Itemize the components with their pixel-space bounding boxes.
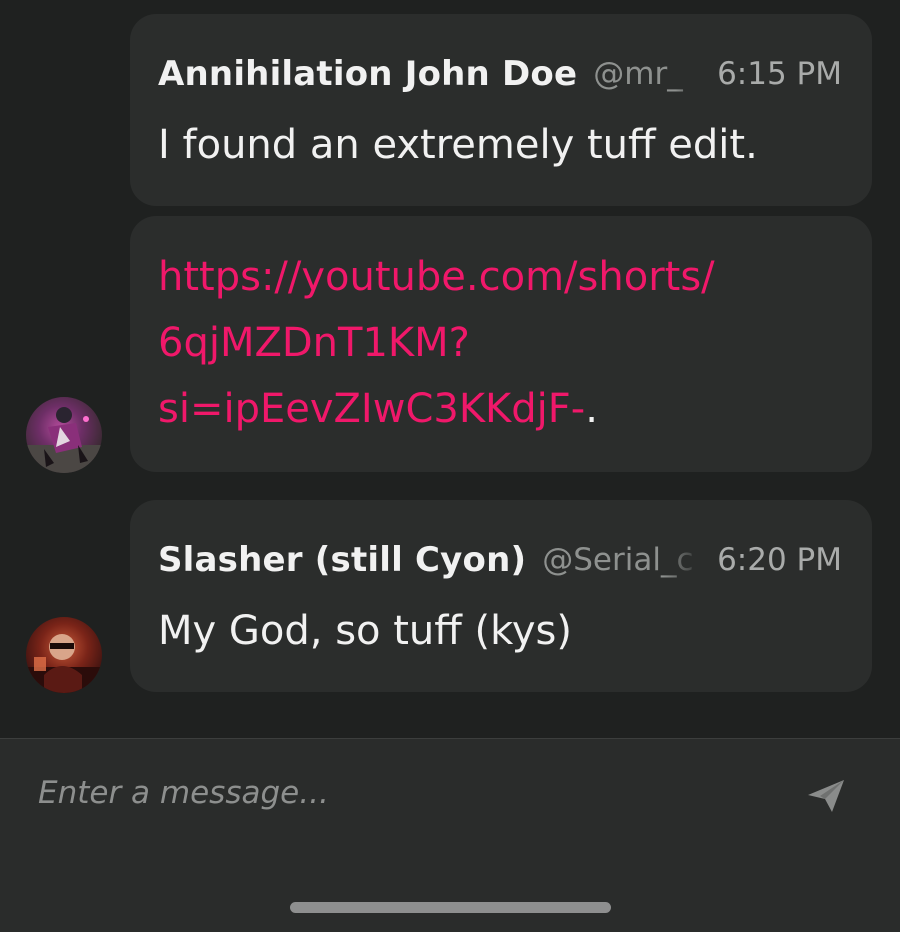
- message-body: https://youtube.com/shorts/ 6qjMZDnT1KM?…: [158, 244, 842, 442]
- send-icon: [808, 780, 844, 812]
- message-text: I found an extremely tuff edit.: [158, 122, 758, 168]
- sender-name[interactable]: Slasher (still Cyon): [158, 540, 526, 580]
- message-time: 6:15 PM: [717, 56, 842, 92]
- link-line[interactable]: https://youtube.com/shorts/: [158, 244, 842, 310]
- avatar[interactable]: [26, 617, 102, 693]
- home-indicator[interactable]: [290, 902, 611, 913]
- message-header: Slasher (still Cyon) @Serial_c 6:20 PM: [158, 540, 842, 580]
- message-link[interactable]: https://youtube.com/shorts/ 6qjMZDnT1KM?…: [158, 244, 842, 442]
- link-line[interactable]: 6qjMZDnT1KM?: [158, 310, 842, 376]
- send-button[interactable]: [806, 778, 846, 814]
- link-line[interactable]: si=ipEevZIwC3KKdjF-: [158, 386, 585, 432]
- message-header: Annihilation John Doe @mr_ 6:15 PM: [158, 54, 842, 94]
- sender-handle: @mr_: [593, 56, 683, 92]
- message-text: My God, so tuff (kys): [158, 608, 572, 654]
- trailing-text: .: [585, 386, 598, 432]
- message-bubble[interactable]: https://youtube.com/shorts/ 6qjMZDnT1KM?…: [130, 216, 872, 472]
- sender-handle: @Serial_c: [542, 542, 694, 578]
- sender-name[interactable]: Annihilation John Doe: [158, 54, 577, 94]
- avatar[interactable]: [26, 397, 102, 473]
- message-bubble[interactable]: Slasher (still Cyon) @Serial_c 6:20 PM M…: [130, 500, 872, 692]
- message-input[interactable]: [38, 770, 738, 816]
- avatar-image: [26, 634, 102, 693]
- avatar-image: [26, 407, 102, 473]
- message-time: 6:20 PM: [717, 542, 842, 578]
- chat-screen: Annihilation John Doe @mr_ 6:15 PM I fou…: [0, 0, 900, 932]
- message-bubble[interactable]: Annihilation John Doe @mr_ 6:15 PM I fou…: [130, 14, 872, 206]
